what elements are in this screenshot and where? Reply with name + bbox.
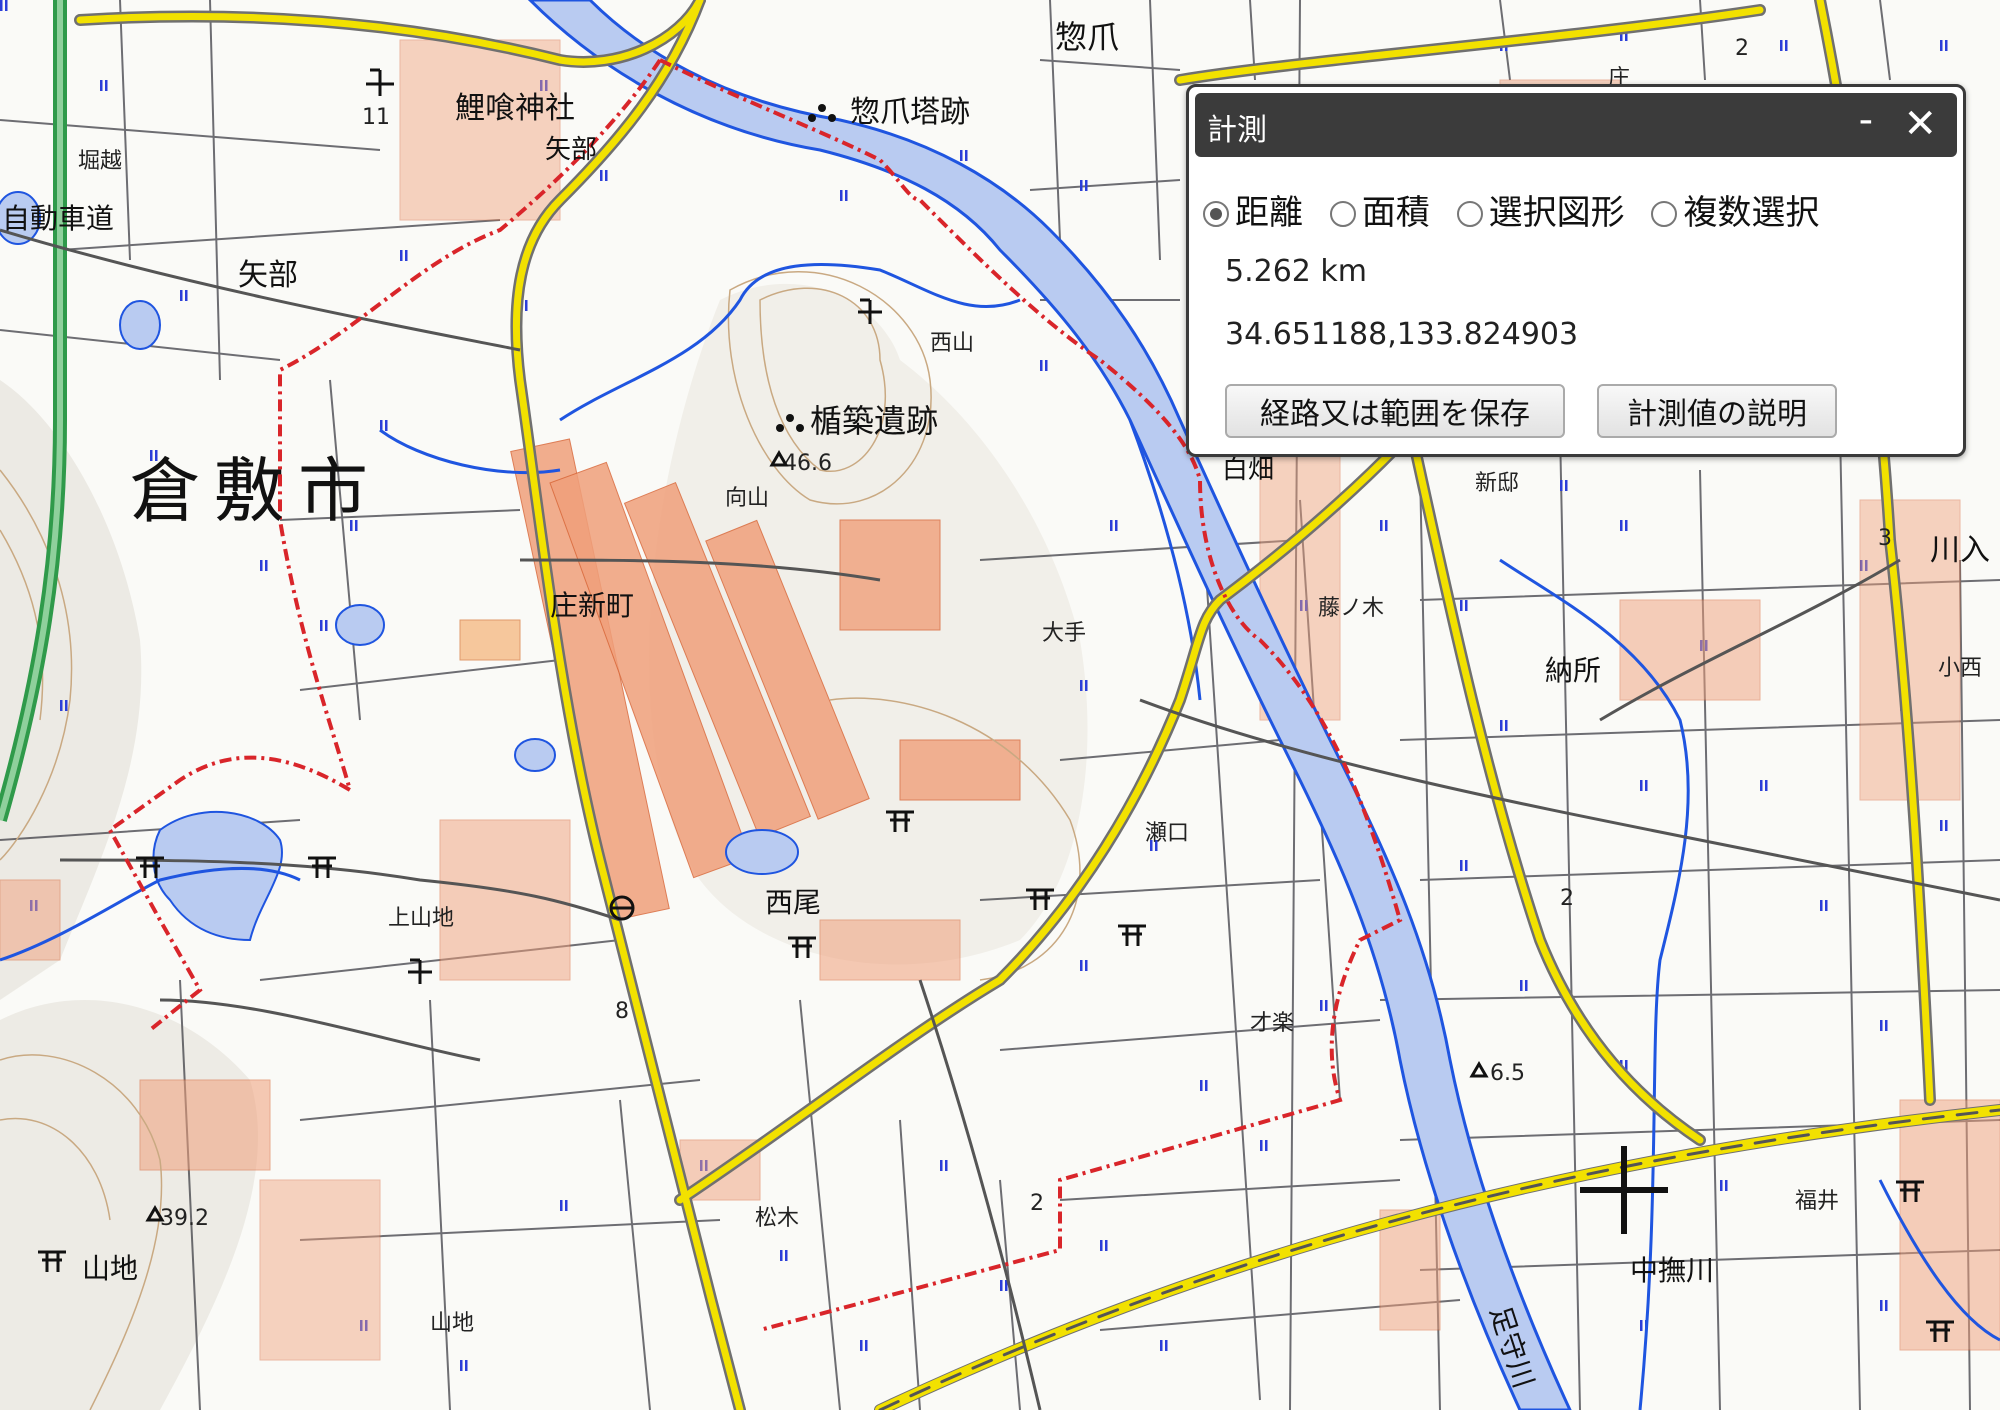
distance-value: 5.262 km bbox=[1225, 254, 1368, 289]
radio-selected-shape[interactable] bbox=[1456, 201, 1483, 227]
minimize-button[interactable]: - bbox=[1859, 97, 1873, 143]
label-ote: 大手 bbox=[1042, 621, 1086, 646]
label-yabe-1: 矢部 bbox=[545, 135, 597, 165]
label-expressway: 自動車道 bbox=[2, 202, 114, 235]
mode-selected-shape[interactable]: 選択図形 bbox=[1456, 185, 1625, 234]
label-sanji-1: 山地 bbox=[82, 1252, 138, 1285]
label-seguchi: 瀬口 bbox=[1145, 821, 1189, 846]
label-koikui-shrine: 鯉喰神社 bbox=[455, 91, 575, 126]
mode-multi-select[interactable]: 複数選択 bbox=[1651, 185, 1819, 234]
coordinates-value: 34.651188,133.824903 bbox=[1225, 317, 1579, 352]
panel-titlebar[interactable]: 計測 - ✕ bbox=[1195, 93, 1957, 157]
spot-height-1: 46.6 bbox=[783, 451, 832, 476]
label-nakamasegawa: 中撫川 bbox=[1630, 1254, 1714, 1287]
measurement-panel: 計測 - ✕ 距離 面積 選択図形 複数選択 5.262 km 34.65118… bbox=[1186, 84, 1966, 457]
measurement-help-button[interactable]: 計測値の説明 bbox=[1597, 384, 1837, 438]
label-nishio: 西尾 bbox=[765, 886, 821, 919]
panel-title: 計測 bbox=[1207, 113, 1267, 148]
label-horikoshi: 堀越 bbox=[78, 149, 122, 174]
radio-area[interactable] bbox=[1329, 201, 1356, 227]
label-tatetsuki-ruins: 楯築遺跡 bbox=[810, 402, 938, 440]
save-route-button[interactable]: 経路又は範囲を保存 bbox=[1225, 384, 1565, 438]
spot-height-3: 6.5 bbox=[1490, 1061, 1525, 1086]
radio-multi-select[interactable] bbox=[1651, 201, 1678, 227]
close-button[interactable]: ✕ bbox=[1903, 101, 1937, 147]
route-number-3: 8 bbox=[615, 999, 629, 1024]
mode-distance[interactable]: 距離 bbox=[1203, 185, 1303, 234]
city-label: 倉敷市 bbox=[130, 450, 382, 532]
label-shintei: 新邸 bbox=[1475, 471, 1519, 496]
label-nosho: 納所 bbox=[1545, 654, 1601, 687]
label-sozume: 惣爪 bbox=[1055, 18, 1119, 56]
radio-distance[interactable] bbox=[1203, 201, 1229, 227]
spot-height-2: 39.2 bbox=[160, 1206, 209, 1231]
route-number-4: 2 bbox=[1030, 1191, 1044, 1216]
route-number-2: 3 bbox=[1878, 526, 1892, 551]
measure-mode-group: 距離 面積 選択図形 複数選択 bbox=[1203, 185, 1835, 234]
label-yabe-2: 矢部 bbox=[238, 258, 298, 293]
label-mukaiyama: 向山 bbox=[725, 486, 769, 511]
route-number-5: 11 bbox=[362, 105, 390, 130]
label-fujinoki: 藤ノ木 bbox=[1318, 596, 1384, 621]
label-sozume-pagoda: 惣爪塔跡 bbox=[850, 95, 970, 130]
label-sairaku: 才楽 bbox=[1250, 1011, 1294, 1036]
label-shirahata: 白畑 bbox=[1222, 455, 1274, 485]
route-number-1: 2 bbox=[1735, 36, 1749, 61]
label-fukui: 福井 bbox=[1795, 1189, 1839, 1214]
label-shoshinmachi: 庄新町 bbox=[550, 589, 634, 622]
route-number-6: 2 bbox=[1560, 886, 1574, 911]
label-nishiyama: 西山 bbox=[930, 331, 974, 356]
label-matsuki: 松木 bbox=[755, 1206, 799, 1231]
mode-area[interactable]: 面積 bbox=[1329, 185, 1430, 234]
label-sanji-2: 山地 bbox=[430, 1311, 474, 1336]
label-kamisanji: 上山地 bbox=[388, 906, 454, 931]
label-konishi: 小西 bbox=[1938, 656, 1982, 681]
label-kawairi: 川入 bbox=[1930, 533, 1990, 568]
